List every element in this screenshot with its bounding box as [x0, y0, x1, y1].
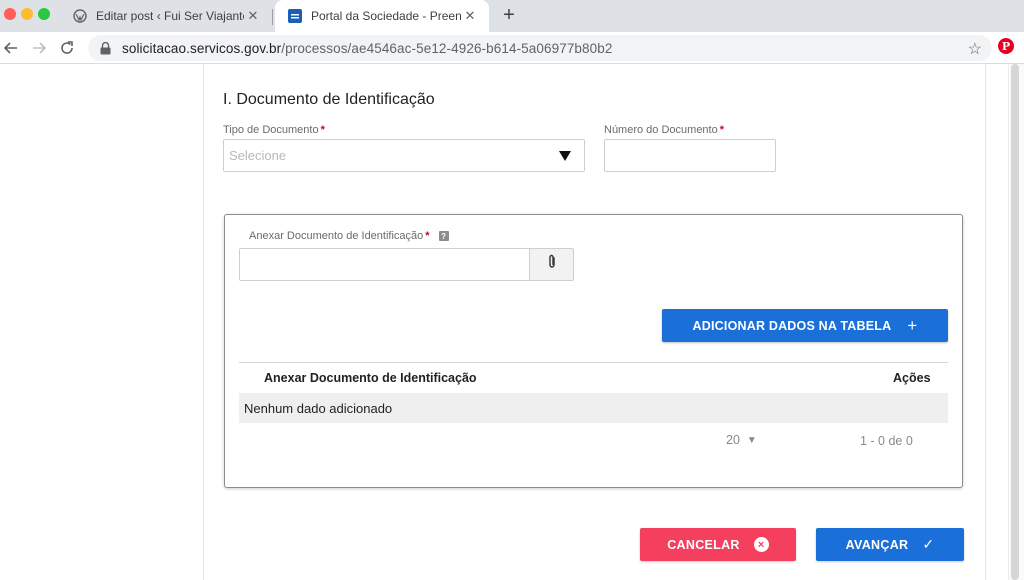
dropdown-caret-icon — [558, 150, 572, 161]
browser-tab-strip: Editar post ‹ Fui Ser Viajante – ✕ Porta… — [0, 0, 1024, 32]
add-button-label: ADICIONAR DADOS NA TABELA — [692, 318, 892, 333]
table-empty-text: Nenhum dado adicionado — [244, 400, 393, 416]
numero-documento-label: Número do Documento * — [604, 124, 724, 136]
close-circle-icon: × — [753, 537, 769, 552]
url-text: solicitacao.servicos.gov.br/processos/ae… — [122, 41, 612, 56]
anexar-documento-label: Anexar Documento de Identificação * ? — [249, 230, 449, 242]
page-size-select[interactable]: 20 ▼ — [726, 433, 757, 447]
scrollbar-thumb[interactable] — [1011, 64, 1019, 580]
tab-close-icon[interactable]: ✕ — [461, 7, 479, 25]
wordpress-icon — [72, 8, 88, 24]
tipo-documento-placeholder: Selecione — [229, 148, 287, 163]
window-maximize-button[interactable] — [38, 8, 50, 20]
tab-title: Editar post ‹ Fui Ser Viajante – — [96, 9, 244, 23]
table-divider — [239, 362, 948, 363]
cancel-button-label: CANCELAR — [667, 537, 740, 552]
tipo-documento-label-text: Tipo de Documento — [223, 124, 319, 136]
pagination-range: 1 - 0 de 0 — [860, 434, 913, 448]
browser-tab-wordpress[interactable]: Editar post ‹ Fui Ser Viajante – ✕ — [60, 0, 272, 32]
forward-arrow-icon[interactable] — [28, 37, 50, 59]
section-title: I. Documento de Identificação — [223, 91, 435, 108]
page-content: I. Documento de Identificação Tipo de Do… — [0, 64, 1024, 580]
cancel-button[interactable]: CANCELAR × — [640, 528, 796, 561]
back-arrow-icon[interactable] — [0, 37, 22, 59]
add-data-to-table-button[interactable]: ADICIONAR DADOS NA TABELA + — [662, 309, 948, 342]
anexar-documento-label-text: Anexar Documento de Identificação — [249, 230, 424, 242]
address-bar[interactable]: solicitacao.servicos.gov.br/processos/ae… — [88, 35, 992, 61]
chevron-down-icon: ▼ — [746, 434, 757, 446]
help-icon[interactable]: ? — [438, 231, 449, 241]
reload-icon[interactable] — [56, 37, 78, 59]
lock-icon — [100, 41, 114, 55]
pinterest-extension-icon[interactable]: P — [998, 38, 1014, 54]
page-size-value: 20 — [726, 433, 740, 447]
table-header-documento: Anexar Documento de Identificação — [264, 371, 477, 385]
tab-separator — [272, 9, 273, 25]
bookmark-star-icon[interactable]: ☆ — [968, 39, 982, 59]
check-icon: ✓ — [922, 536, 935, 552]
window-close-button[interactable] — [4, 8, 16, 20]
tipo-documento-select[interactable]: Selecione — [223, 139, 585, 172]
table-empty-row: Nenhum dado adicionado — [239, 393, 948, 423]
required-mark: * — [425, 230, 430, 242]
numero-documento-input[interactable] — [604, 139, 776, 172]
tab-close-icon[interactable]: ✕ — [244, 7, 262, 25]
tipo-documento-label: Tipo de Documento * — [223, 124, 325, 136]
required-mark: * — [719, 124, 725, 136]
attach-button[interactable] — [529, 248, 574, 281]
tab-title: Portal da Sociedade - Preench — [311, 9, 461, 23]
anexar-file-input[interactable] — [239, 248, 530, 281]
next-button[interactable]: AVANÇAR ✓ — [816, 528, 964, 561]
next-button-label: AVANÇAR — [845, 537, 909, 552]
browser-toolbar: solicitacao.servicos.gov.br/processos/ae… — [0, 32, 1024, 64]
content-right-border — [985, 64, 986, 580]
numero-documento-label-text: Número do Documento — [604, 124, 718, 136]
new-tab-button[interactable]: + — [498, 4, 520, 26]
table-header-acoes: Ações — [893, 371, 931, 385]
plus-icon: + — [907, 315, 918, 335]
url-host: solicitacao.servicos.gov.br — [122, 40, 282, 56]
browser-tab-portal[interactable]: Portal da Sociedade - Preench ✕ — [275, 0, 489, 32]
paperclip-icon — [547, 254, 557, 275]
required-mark: * — [320, 124, 325, 136]
gov-portal-icon — [287, 8, 303, 24]
window-minimize-button[interactable] — [21, 8, 33, 20]
content-left-border — [203, 64, 204, 580]
url-path: /processos/ae4546ac-5e12-4926-b614-5a069… — [281, 40, 613, 56]
